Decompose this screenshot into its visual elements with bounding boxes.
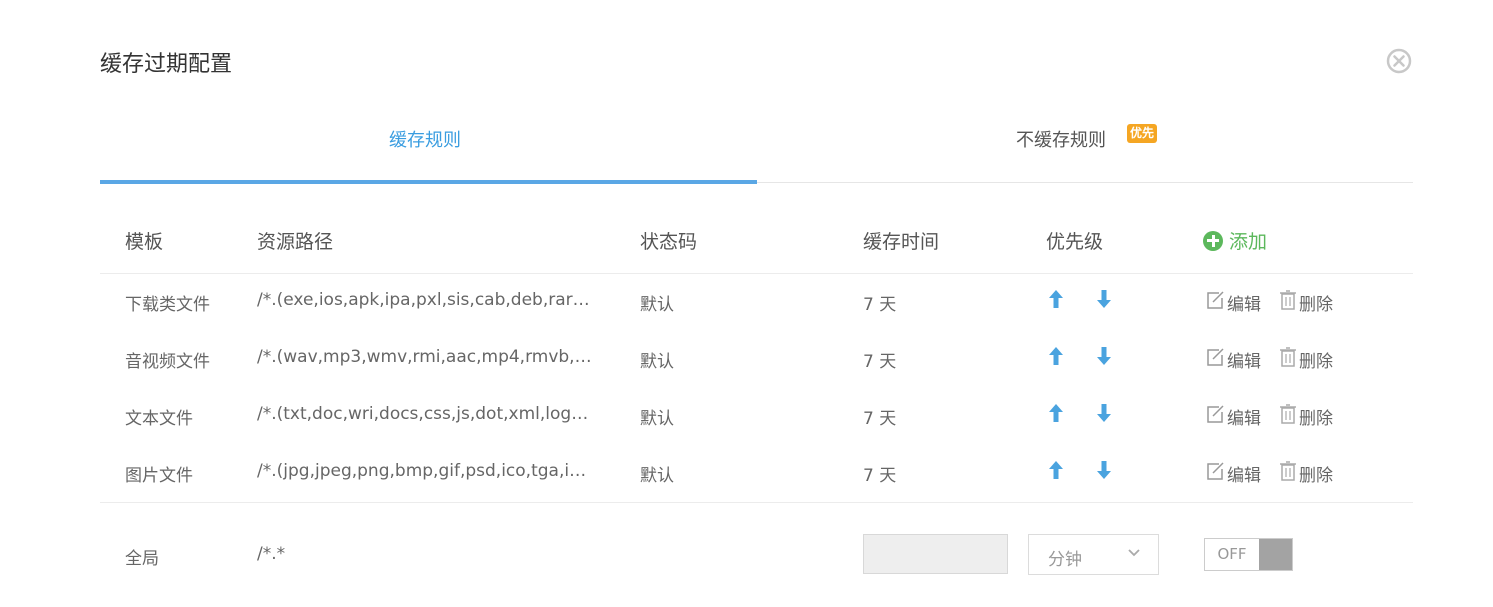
- delete-label: 删除: [1299, 295, 1333, 315]
- header-path: 资源路径: [257, 231, 334, 253]
- row-status: 默认: [640, 466, 674, 486]
- edit-label: 编辑: [1227, 352, 1261, 372]
- row-path: /*.(jpg,jpeg,png,bmp,gif,psd,ico,tga,imb…: [257, 461, 592, 481]
- row-template: 文本文件: [125, 409, 193, 429]
- delete-button[interactable]: 删除: [1279, 461, 1333, 486]
- row-status: 默认: [640, 295, 674, 315]
- tab-cache-rules[interactable]: 缓存规则: [389, 126, 461, 152]
- row-template: 下载类文件: [125, 295, 210, 315]
- delete-button[interactable]: 删除: [1279, 404, 1333, 429]
- row-path: /*.(exe,ios,apk,ipa,pxl,sis,cab,deb,rar,…: [257, 290, 592, 310]
- chevron-down-icon: [1128, 549, 1140, 557]
- global-unit-select[interactable]: 分钟: [1028, 534, 1159, 575]
- dialog-title: 缓存过期配置: [100, 52, 233, 77]
- move-up-icon[interactable]: [1047, 459, 1065, 481]
- edit-icon: [1205, 404, 1227, 429]
- delete-button[interactable]: 删除: [1279, 347, 1333, 372]
- row-time: 7 天: [863, 295, 897, 315]
- move-down-icon[interactable]: [1095, 459, 1113, 481]
- trash-icon: [1279, 404, 1299, 429]
- header-status: 状态码: [640, 231, 698, 253]
- header-time: 缓存时间: [863, 231, 940, 253]
- delete-label: 删除: [1299, 466, 1333, 486]
- trash-icon: [1279, 290, 1299, 315]
- table-bottom-divider: [100, 502, 1413, 503]
- table-row: 图片文件 /*.(jpg,jpeg,png,bmp,gif,psd,ico,tg…: [0, 444, 1493, 501]
- row-template: 音视频文件: [125, 352, 210, 372]
- edit-button[interactable]: 编辑: [1205, 461, 1261, 486]
- add-button[interactable]: 添加: [1203, 227, 1267, 254]
- delete-button[interactable]: 删除: [1279, 290, 1333, 315]
- edit-icon: [1205, 461, 1227, 486]
- priority-badge: 优先: [1127, 124, 1158, 143]
- edit-label: 编辑: [1227, 295, 1261, 315]
- row-time: 7 天: [863, 466, 897, 486]
- trash-icon: [1279, 347, 1299, 372]
- move-down-icon[interactable]: [1095, 402, 1113, 424]
- close-button[interactable]: [1386, 48, 1412, 74]
- tab-nocache-rules[interactable]: 不缓存规则: [1016, 126, 1106, 152]
- edit-label: 编辑: [1227, 466, 1261, 486]
- row-time: 7 天: [863, 352, 897, 372]
- add-icon: [1203, 230, 1223, 251]
- edit-button[interactable]: 编辑: [1205, 290, 1261, 315]
- row-template: 图片文件: [125, 466, 193, 486]
- move-down-icon[interactable]: [1095, 288, 1113, 310]
- global-time-input[interactable]: [863, 534, 1008, 574]
- row-path: /*.(txt,doc,wri,docs,css,js,dot,xml,log,…: [257, 404, 592, 424]
- global-label: 全局: [125, 549, 159, 569]
- add-label: 添加: [1229, 231, 1268, 253]
- move-up-icon[interactable]: [1047, 345, 1065, 367]
- row-status: 默认: [640, 352, 674, 372]
- toggle-off-label: OFF: [1205, 539, 1259, 570]
- edit-label: 编辑: [1227, 409, 1261, 429]
- tab-active-indicator: [100, 180, 757, 184]
- edit-icon: [1205, 290, 1227, 315]
- global-toggle[interactable]: OFF: [1204, 538, 1293, 571]
- move-up-icon[interactable]: [1047, 288, 1065, 310]
- row-status: 默认: [640, 409, 674, 429]
- trash-icon: [1279, 461, 1299, 486]
- delete-label: 删除: [1299, 352, 1333, 372]
- table-row: 下载类文件 /*.(exe,ios,apk,ipa,pxl,sis,cab,de…: [0, 273, 1493, 330]
- close-icon: [1386, 48, 1412, 74]
- edit-button[interactable]: 编辑: [1205, 404, 1261, 429]
- edit-button[interactable]: 编辑: [1205, 347, 1261, 372]
- delete-label: 删除: [1299, 409, 1333, 429]
- table-row: 音视频文件 /*.(wav,mp3,wmv,rmi,aac,mp4,rmvb,m…: [0, 330, 1493, 387]
- edit-icon: [1205, 347, 1227, 372]
- header-priority: 优先级: [1046, 231, 1104, 253]
- row-path: /*.(wav,mp3,wmv,rmi,aac,mp4,rmvb,mk...: [257, 347, 592, 367]
- global-path: /*.*: [257, 544, 286, 564]
- header-template: 模板: [125, 231, 164, 253]
- row-time: 7 天: [863, 409, 897, 429]
- table-row: 文本文件 /*.(txt,doc,wri,docs,css,js,dot,xml…: [0, 387, 1493, 444]
- move-down-icon[interactable]: [1095, 345, 1113, 367]
- move-up-icon[interactable]: [1047, 402, 1065, 424]
- unit-value: 分钟: [1048, 550, 1082, 570]
